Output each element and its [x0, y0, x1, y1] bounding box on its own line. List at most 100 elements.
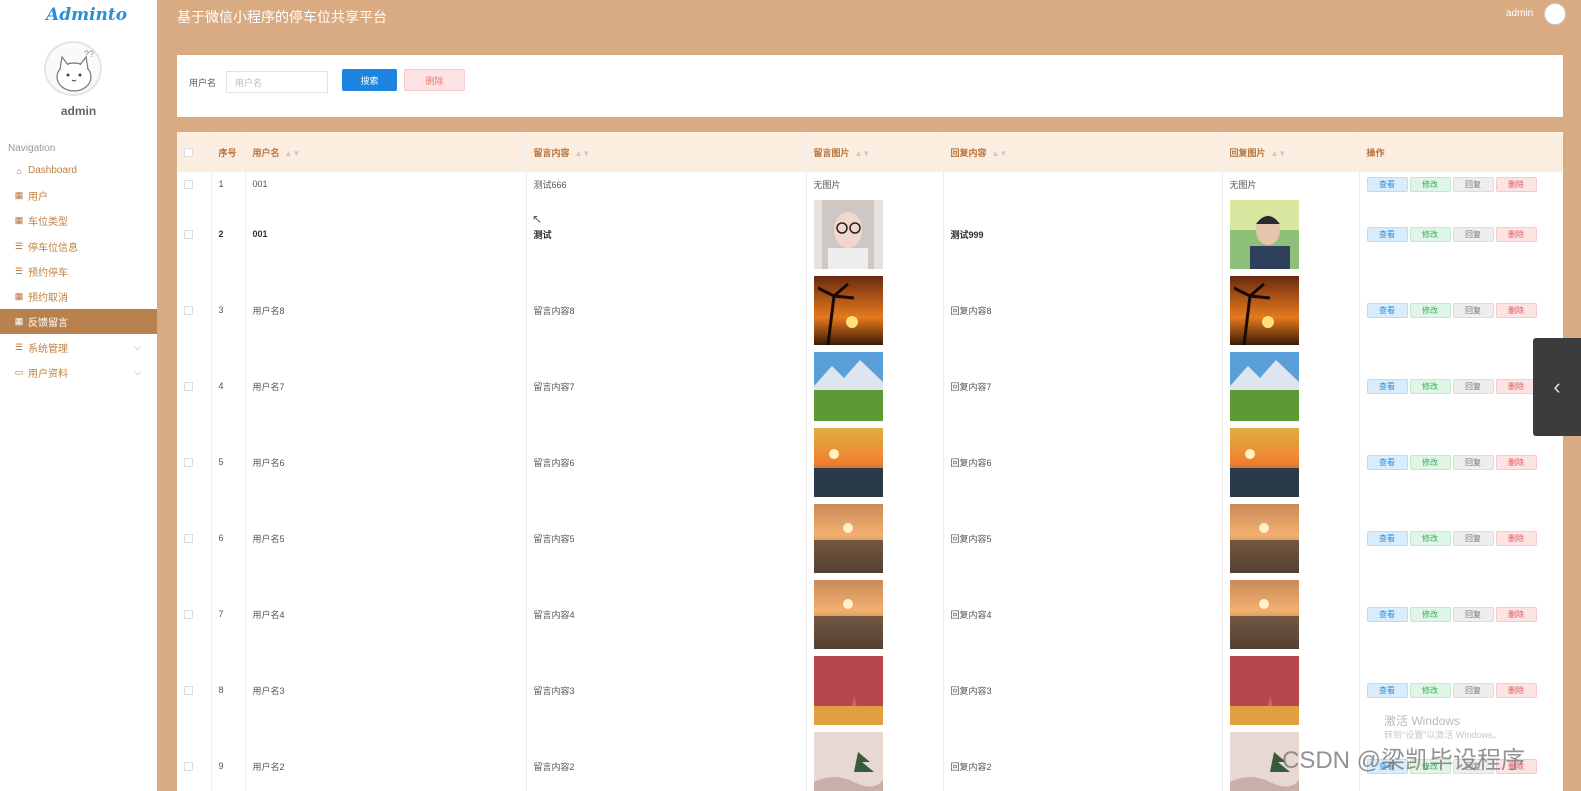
red-forest-image[interactable] [813, 655, 943, 725]
reply-button[interactable]: 回复 [1452, 530, 1494, 546]
delete-button[interactable]: 删除 [1495, 606, 1537, 622]
row-checkbox[interactable] [184, 686, 193, 696]
col-username[interactable]: 用户名 ▲▼ [245, 132, 527, 172]
edit-button[interactable]: 修改 [1409, 302, 1451, 318]
edit-button[interactable]: 修改 [1409, 454, 1451, 470]
sidebar-item-1[interactable]: ▦ 用户 [0, 183, 157, 208]
sidebar-item-5[interactable]: ▦ 预约取消 [0, 284, 157, 309]
sidebar-item-6[interactable]: ▦ 反馈留言 [0, 309, 157, 334]
view-button[interactable]: 查看 [1366, 176, 1408, 192]
beach-sunset-image[interactable] [1229, 503, 1359, 573]
view-button[interactable]: 查看 [1366, 530, 1408, 546]
sidebar-item-2[interactable]: ▦ 车位类型 [0, 208, 157, 233]
chevron-down-icon[interactable]: ⌵ [134, 367, 141, 378]
row-select[interactable] [177, 652, 212, 728]
user-avatar-icon[interactable] [1544, 3, 1566, 25]
mountain-meadow-image[interactable] [813, 351, 943, 421]
chevron-left-icon[interactable]: ‹ [1533, 338, 1581, 436]
edit-button[interactable]: 修改 [1409, 378, 1451, 394]
view-button[interactable]: 查看 [1366, 226, 1408, 242]
sort-icon[interactable]: ▲▼ [285, 149, 301, 158]
beach-sunset-image[interactable] [813, 503, 943, 573]
reply-button[interactable]: 回复 [1452, 176, 1494, 192]
row-checkbox[interactable] [184, 762, 193, 772]
sidebar-item-8[interactable]: ▭ 用户资料 ⌵ [0, 360, 157, 385]
row-select[interactable] [177, 500, 212, 576]
row-select[interactable] [177, 424, 212, 500]
col-reply[interactable]: 回复内容 ▲▼ [943, 132, 1223, 172]
view-button[interactable]: 查看 [1366, 302, 1408, 318]
col-content[interactable]: 留言内容 ▲▼ [526, 132, 807, 172]
portrait-man-image[interactable] [1229, 199, 1359, 269]
avatar[interactable]: ?? [44, 41, 102, 96]
search-button[interactable]: 搜索 [342, 69, 397, 91]
delete-button[interactable]: 删除 [1495, 378, 1537, 394]
table-row[interactable]: 3 用户名8 留言内容8 回复内容8 查看 修改 回复 删除 [177, 272, 1563, 348]
misty-pine-image[interactable] [813, 731, 943, 791]
select-all-checkbox[interactable] [184, 148, 193, 158]
sidebar-item-7[interactable]: ☰ 系统管理 ⌵ [0, 335, 157, 360]
row-select[interactable] [177, 728, 212, 791]
row-checkbox[interactable] [184, 534, 193, 544]
table-row[interactable]: 2 001 测试 测试999 查看 修改 回复 删除 [177, 196, 1563, 272]
row-checkbox[interactable] [184, 230, 193, 240]
col-reply-image[interactable]: 回复图片 ▲▼ [1222, 132, 1360, 172]
row-select[interactable] [177, 172, 212, 196]
table-row[interactable]: 7 用户名4 留言内容4 回复内容4 查看 修改 回复 删除 [177, 576, 1563, 652]
reply-button[interactable]: 回复 [1452, 454, 1494, 470]
batch-delete-button[interactable]: 删除 [404, 69, 465, 91]
edit-button[interactable]: 修改 [1409, 606, 1451, 622]
edit-button[interactable]: 修改 [1409, 682, 1451, 698]
edit-button[interactable]: 修改 [1409, 176, 1451, 192]
delete-button[interactable]: 删除 [1495, 302, 1537, 318]
sort-icon[interactable]: ▲▼ [992, 149, 1008, 158]
row-checkbox[interactable] [184, 306, 193, 316]
view-button[interactable]: 查看 [1366, 378, 1408, 394]
portrait-woman-image[interactable] [813, 199, 943, 269]
reply-button[interactable]: 回复 [1452, 606, 1494, 622]
palm-sunset-image[interactable] [1229, 275, 1359, 345]
username-search-input[interactable]: 用户名 [226, 71, 328, 93]
brand-logo[interactable]: Adminto [46, 5, 127, 25]
select-all-header[interactable] [177, 132, 212, 172]
red-forest-image[interactable] [1229, 655, 1359, 725]
mountain-meadow-image[interactable] [1229, 351, 1359, 421]
row-select[interactable] [177, 196, 212, 272]
sort-icon[interactable]: ▲▼ [1271, 149, 1287, 158]
reply-button[interactable]: 回复 [1452, 226, 1494, 242]
table-row[interactable]: 5 用户名6 留言内容6 回复内容6 查看 修改 回复 删除 [177, 424, 1563, 500]
sea-sunset-image[interactable] [1229, 427, 1359, 497]
table-row[interactable]: 6 用户名5 留言内容5 回复内容5 查看 修改 回复 删除 [177, 500, 1563, 576]
reply-button[interactable]: 回复 [1452, 302, 1494, 318]
view-button[interactable]: 查看 [1366, 606, 1408, 622]
view-button[interactable]: 查看 [1366, 682, 1408, 698]
delete-button[interactable]: 删除 [1495, 226, 1537, 242]
palm-sunset-image[interactable] [813, 275, 943, 345]
beach-sunset-image[interactable] [813, 579, 943, 649]
chevron-down-icon[interactable]: ⌵ [134, 342, 141, 353]
row-select[interactable] [177, 348, 212, 424]
row-checkbox[interactable] [184, 610, 193, 620]
delete-button[interactable]: 删除 [1495, 682, 1537, 698]
row-select[interactable] [177, 576, 212, 652]
view-button[interactable]: 查看 [1366, 454, 1408, 470]
row-select[interactable] [177, 272, 212, 348]
reply-button[interactable]: 回复 [1452, 682, 1494, 698]
beach-sunset-image[interactable] [1229, 579, 1359, 649]
sort-icon[interactable]: ▲▼ [575, 149, 591, 158]
sidebar-item-0[interactable]: ⌂ Dashboard [0, 158, 157, 183]
row-checkbox[interactable] [184, 180, 193, 190]
row-checkbox[interactable] [184, 458, 193, 468]
reply-button[interactable]: 回复 [1452, 378, 1494, 394]
edit-button[interactable]: 修改 [1409, 226, 1451, 242]
topbar-username[interactable]: admin [1506, 8, 1533, 19]
sea-sunset-image[interactable] [813, 427, 943, 497]
delete-button[interactable]: 删除 [1495, 454, 1537, 470]
col-image[interactable]: 留言图片 ▲▼ [806, 132, 944, 172]
sidebar-item-4[interactable]: ☰ 预约停车 [0, 259, 157, 284]
edit-button[interactable]: 修改 [1409, 530, 1451, 546]
delete-button[interactable]: 删除 [1495, 176, 1537, 192]
sort-icon[interactable]: ▲▼ [855, 149, 871, 158]
delete-button[interactable]: 删除 [1495, 530, 1537, 546]
row-checkbox[interactable] [184, 382, 193, 392]
